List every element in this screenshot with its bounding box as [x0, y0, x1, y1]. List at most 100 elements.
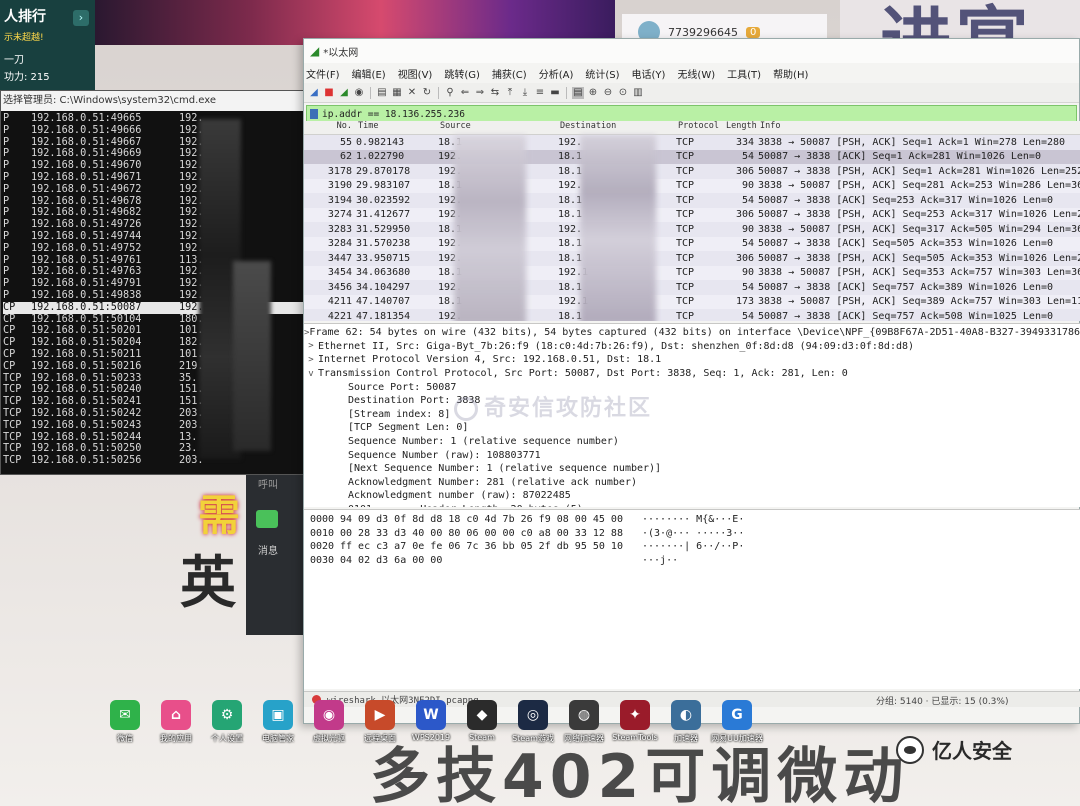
go-back-icon[interactable]: ⇐	[459, 87, 471, 99]
dock-app-icon[interactable]: W	[416, 700, 446, 730]
packet-row[interactable]: 3274 31.412677 192. 18.1 TCP 306 50087 → 3838 …	[304, 207, 1080, 222]
hex-bytes[interactable]: 94 09 d3 0f 8d d8 18 c0 4d 7b 26 f9 08 0…	[340, 514, 642, 528]
dock-item[interactable]: ◎ Steam游戏	[512, 700, 554, 755]
menu-item[interactable]: 视图(V)	[398, 66, 433, 81]
dock-app-icon[interactable]: ✉	[110, 700, 140, 730]
dock-item[interactable]: ◉ 虚拟光驱	[312, 700, 346, 755]
bookmark-icon[interactable]	[310, 109, 318, 119]
packet-details[interactable]: > Frame 62: 54 bytes on wire (432 bits), …	[304, 323, 1080, 507]
detail-row[interactable]: Acknowledgment number (raw): 87022485	[304, 489, 1080, 503]
expand-arrow-icon[interactable]: >	[304, 355, 318, 365]
dock-item[interactable]: ✉ 微信	[108, 700, 142, 755]
colorize-icon[interactable]: ▬	[549, 87, 561, 99]
zoom-normal-icon[interactable]: ⊙	[617, 87, 629, 99]
dock-item[interactable]: ▣ 电脑管家	[261, 700, 295, 755]
resize-columns-icon[interactable]: ▥	[632, 87, 644, 99]
netstat-row[interactable]: P 192.168.0.51:49744 192.	[3, 231, 304, 243]
dock-item[interactable]: ◆ Steam	[465, 700, 499, 755]
detail-row[interactable]: v Transmission Control Protocol, Src Port…	[304, 367, 1080, 381]
detail-row[interactable]: Acknowledgment Number: 281 (relative ack…	[304, 476, 1080, 490]
packet-row[interactable]: 4221 47.181354 192. 18.1 TCP 54 50087 → 3838 […	[304, 309, 1080, 321]
zoom-in-icon[interactable]: ⊕	[587, 87, 599, 99]
dock-item[interactable]: ◐ 加速器	[669, 700, 703, 755]
detail-row[interactable]: Source Port: 50087	[304, 380, 1080, 394]
expand-arrow-icon[interactable]: v	[304, 369, 318, 379]
detail-rows[interactable]: > Frame 62: 54 bytes on wire (432 bits), …	[304, 326, 1080, 507]
go-to-packet-icon[interactable]: ⇆	[489, 87, 501, 99]
packet-bytes[interactable]: 0000 94 09 d3 0f 8d d8 18 c0 4d 7b 26 f9 …	[304, 509, 1080, 689]
hex-ascii[interactable]: ········ M{&···E·	[642, 514, 762, 528]
call-label[interactable]: 呼叫	[258, 476, 278, 491]
expand-arrow-icon[interactable]: >	[304, 341, 318, 351]
go-forward-icon[interactable]: ⇒	[474, 87, 486, 99]
menu-item[interactable]: 捕获(C)	[492, 66, 527, 81]
column-header[interactable]: Source	[438, 121, 558, 134]
dock-app-icon[interactable]: ▶	[365, 700, 395, 730]
wireshark-titlebar[interactable]: ◢ *以太网	[304, 39, 1079, 63]
netstat-row[interactable]: TCP 192.168.0.51:50256 203.	[3, 455, 304, 467]
zoom-out-icon[interactable]: ⊖	[602, 87, 614, 99]
packet-row[interactable]: 3456 34.104297 192. 18.1 TCP 54 50087 → 3838 […	[304, 280, 1080, 295]
detail-row[interactable]: Sequence Number: 1 (relative sequence nu…	[304, 435, 1080, 449]
packet-rows[interactable]: 55 0.982143 18.1 192. TCP 334 3838 → 50087 [PS…	[304, 135, 1080, 321]
dock-app-icon[interactable]: ✦	[620, 700, 650, 730]
hex-bytes[interactable]: 00 28 33 d3 40 00 80 06 00 00 c0 a8 00 3…	[340, 528, 642, 542]
packet-row[interactable]: 3447 33.950715 192. 18.1 TCP 306 50087 → 3838 …	[304, 251, 1080, 266]
packet-row[interactable]: 3194 30.023592 192. 18.1 TCP 54 50087 → 3838 […	[304, 193, 1080, 208]
hex-ascii[interactable]: ·······| 6··/··P·	[642, 541, 762, 555]
last-packet-icon[interactable]: ⤓	[519, 87, 531, 99]
dock-item[interactable]: ▶ 远程桌面	[363, 700, 397, 755]
netstat-row[interactable]: P 192.168.0.51:49666 192.	[3, 125, 304, 137]
open-file-icon[interactable]: ▤	[376, 87, 388, 99]
netstat-row[interactable]: P 192.168.0.51:49667 192.	[3, 137, 304, 149]
reload-icon[interactable]: ↻	[421, 87, 433, 99]
dock-item[interactable]: W WPS2019	[412, 700, 450, 755]
menu-item[interactable]: 文件(F)	[306, 66, 340, 81]
message-icon[interactable]	[256, 510, 278, 528]
stop-capture-icon[interactable]: ■	[323, 87, 335, 99]
detail-row[interactable]: [TCP Segment Len: 0]	[304, 421, 1080, 435]
hex-bytes[interactable]: 04 02 d3 6a 00 00	[340, 555, 642, 569]
netstat-row[interactable]: P 192.168.0.51:49671 192.	[3, 172, 304, 184]
dock-app-icon[interactable]: ⚙	[212, 700, 242, 730]
column-header[interactable]: Destination	[558, 121, 676, 134]
packet-row[interactable]: 3283 31.529950 18.1 192. TCP 90 3838 → 50087 […	[304, 222, 1080, 237]
column-header[interactable]: Time	[356, 121, 438, 134]
cmd-titlebar[interactable]: 选择管理员: C:\Windows\system32\cmd.exe	[1, 91, 304, 111]
netstat-row[interactable]: P 192.168.0.51:49678 192.	[3, 196, 304, 208]
detail-row[interactable]: > Ethernet II, Src: Giga-Byt_7b:26:f9 (18…	[304, 340, 1080, 354]
restart-capture-icon[interactable]: ◢	[338, 87, 350, 99]
column-header[interactable]: Length	[724, 121, 758, 134]
column-header[interactable]: No.	[304, 121, 356, 134]
dock-app-icon[interactable]: ◉	[314, 700, 344, 730]
close-file-icon[interactable]: ✕	[406, 87, 418, 99]
dock-app-icon[interactable]: ◆	[467, 700, 497, 730]
detail-row[interactable]: > Internet Protocol Version 4, Src: 192.1…	[304, 353, 1080, 367]
menu-item[interactable]: 分析(A)	[539, 66, 574, 81]
message-label[interactable]: 消息	[258, 542, 278, 557]
dock-item[interactable]: ◍ 网络加速器	[564, 700, 604, 755]
hex-bytes[interactable]: ff ec c3 a7 0e fe 06 7c 36 bb 05 2f db 9…	[340, 541, 642, 555]
netstat-row[interactable]: P 192.168.0.51:49669 192.	[3, 148, 304, 160]
netstat-row[interactable]: P 192.168.0.51:49665 192.	[3, 113, 304, 125]
packet-row[interactable]: 4211 47.140707 18.1 192.1 TCP 173 3838 → 50087…	[304, 294, 1080, 309]
detail-row[interactable]: > Frame 62: 54 bytes on wire (432 bits), …	[304, 326, 1080, 340]
netstat-row[interactable]: P 192.168.0.51:49682 192.	[3, 207, 304, 219]
dock-app-icon[interactable]: ◐	[671, 700, 701, 730]
dock-app-icon[interactable]: ◍	[569, 700, 599, 730]
detail-row[interactable]: [Next Sequence Number: 1 (relative seque…	[304, 462, 1080, 476]
menu-item[interactable]: 跳转(G)	[444, 66, 480, 81]
dock-item[interactable]: ⚙ 个人设置	[210, 700, 244, 755]
autoscroll-icon[interactable]: ≡	[534, 87, 546, 99]
hex-ascii[interactable]: ···j··	[642, 555, 762, 569]
hex-ascii[interactable]: ·(3·@··· ·····3··	[642, 528, 762, 542]
display-filter-input[interactable]: ip.addr == 18.136.255.236	[322, 109, 465, 120]
menu-item[interactable]: 无线(W)	[677, 66, 715, 81]
dock-item[interactable]: G 网易UU加速器	[711, 700, 763, 755]
colorize-toggle-icon[interactable]: ▤	[572, 86, 584, 99]
dock-app-icon[interactable]: G	[722, 700, 752, 730]
options-icon[interactable]: ◉	[353, 87, 365, 99]
detail-row[interactable]: Sequence Number (raw): 108803771	[304, 448, 1080, 462]
detail-row[interactable]: Destination Port: 3838	[304, 394, 1080, 408]
detail-row[interactable]: 0101 .... = Header Length: 20 bytes (5)	[304, 503, 1080, 507]
